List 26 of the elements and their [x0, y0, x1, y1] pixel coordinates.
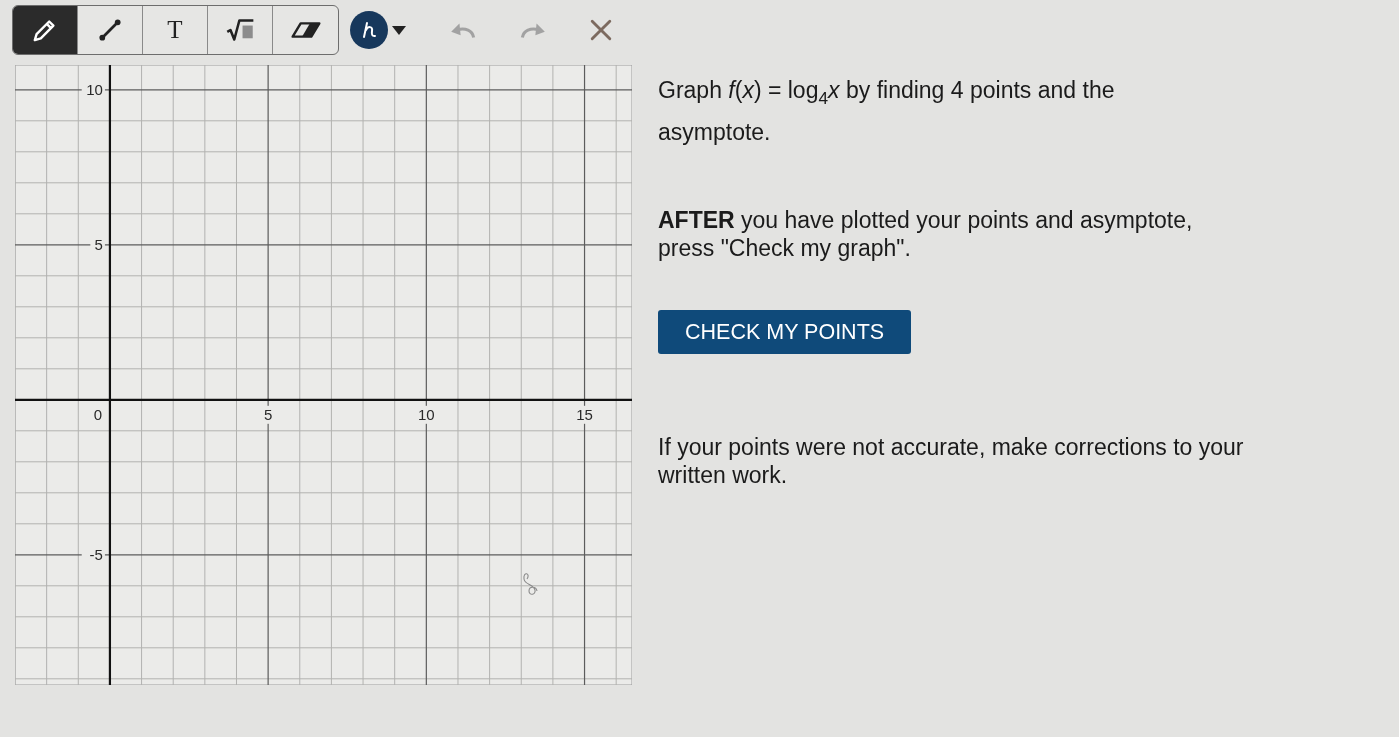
coordinate-grid[interactable]: 0 5 10 15 10 5 -5 [15, 65, 632, 685]
after-instruction: AFTER you have plotted your points and asymptote, press "Check my graph". [658, 206, 1194, 262]
y-axis-label: 5 [94, 235, 103, 253]
color-swatch-icon [350, 11, 388, 49]
undo-arrow-icon [450, 21, 476, 39]
pencil-tool-button[interactable] [13, 6, 78, 54]
square-root-icon [226, 19, 254, 41]
pen-scribble [523, 573, 538, 595]
y-axis-label: -5 [89, 545, 103, 563]
pen-color-picker[interactable] [350, 11, 406, 49]
clear-button[interactable] [590, 19, 612, 41]
x-axis-label: 5 [263, 405, 273, 423]
pencil-icon [33, 18, 57, 42]
y-axis-label: 10 [86, 80, 103, 98]
task-instruction: Graph f(x) = log$_{4}$x by finding 4 points and the asymptote. [658, 76, 1116, 147]
close-icon [590, 19, 612, 41]
correction-note: If your points were not accurate, make corrections to your written work. [658, 433, 1245, 489]
caret-down-icon [392, 25, 406, 35]
x-axis-label: 10 [418, 405, 435, 423]
check-points-button[interactable]: CHECK MY POINTS [658, 310, 912, 354]
origin-label: 0 [93, 405, 103, 423]
line-segment-icon [99, 19, 121, 41]
x-axis-label: 15 [576, 405, 593, 423]
eraser-icon [290, 22, 321, 38]
text-tool-button[interactable]: T [143, 6, 208, 54]
redo-arrow-icon [520, 21, 546, 39]
